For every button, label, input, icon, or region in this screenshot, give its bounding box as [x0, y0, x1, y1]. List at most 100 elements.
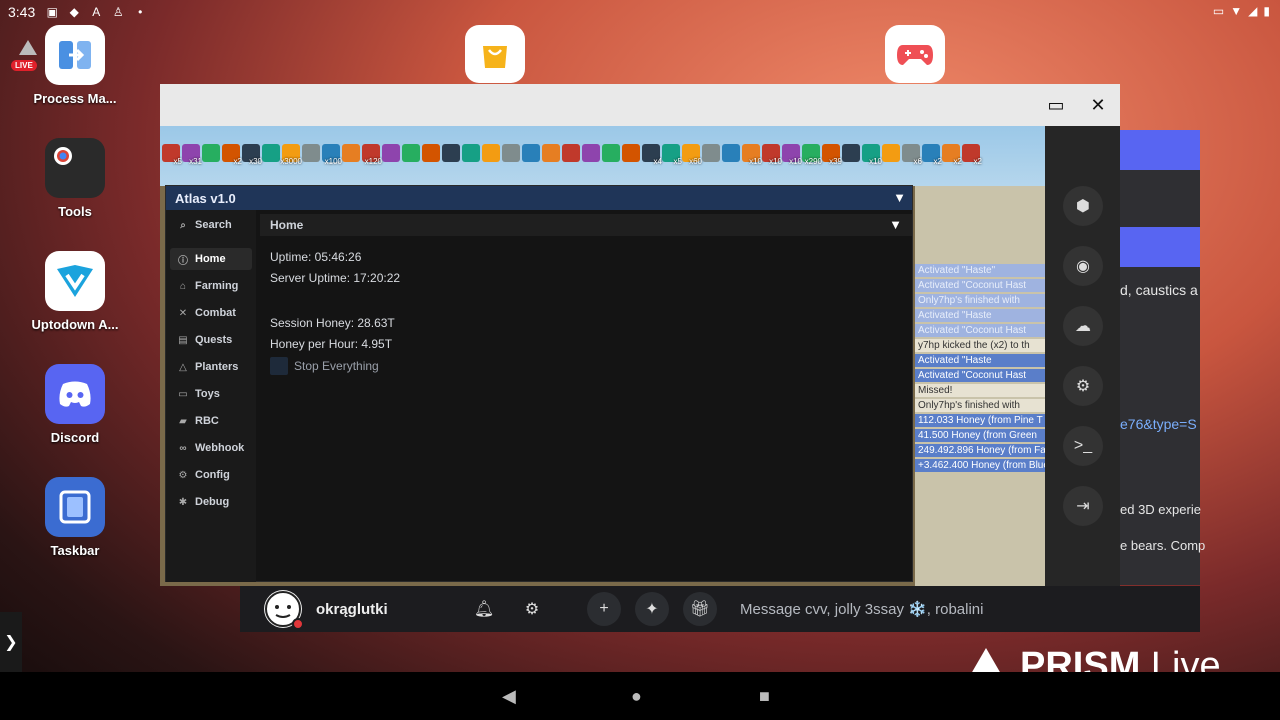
cloud-menu-button[interactable]: ☁	[1063, 306, 1103, 346]
search-icon: ⌕	[180, 219, 186, 231]
chat-line: Only7hp's finished with	[915, 399, 1045, 412]
stop-everything-checkbox[interactable]	[270, 357, 288, 375]
gear-icon: ⚙	[1075, 378, 1091, 395]
shield-icon: ▰	[179, 415, 187, 427]
background-text: e bears. Comp	[1120, 538, 1206, 553]
desktop-icon-tools[interactable]: Tools	[20, 138, 130, 219]
discord-icon	[45, 364, 105, 424]
buff-icon: x100	[322, 144, 342, 166]
sidebar-item-rbc[interactable]: ▰ RBC	[170, 410, 252, 432]
exit-icon: ⇥	[1076, 498, 1090, 515]
gift-icon: 🎁︎	[689, 601, 711, 618]
desktop-icon-label: Process Ma...	[33, 91, 117, 106]
taskbar-expand-button[interactable]: ❯	[0, 612, 22, 672]
message-input[interactable]: Message cvv, jolly 3ssay ❄️, robalini	[730, 592, 1200, 626]
home-button[interactable]: ●	[631, 686, 642, 707]
background-link: e76&type=S	[1120, 416, 1197, 432]
chat-line: Activated "Haste	[915, 354, 1045, 367]
stop-everything-toggle[interactable]: Stop Everything	[270, 357, 379, 375]
close-button[interactable]: ✕	[1087, 94, 1109, 116]
settings-menu-button[interactable]: ⚙	[1063, 366, 1103, 406]
sidebar-item-home[interactable]: ⓘ Home	[170, 248, 252, 270]
sidebar-item-planters[interactable]: △ Planters	[170, 356, 252, 378]
store-app-button[interactable]	[465, 25, 525, 83]
home-section-header[interactable]: Home ▼	[260, 214, 912, 236]
maximize-button[interactable]: ▭	[1045, 94, 1067, 116]
desktop-icon-discord[interactable]: Discord	[20, 364, 130, 445]
box-icon: ▭	[178, 388, 188, 400]
buff-icon	[342, 144, 360, 162]
buff-icon	[462, 144, 480, 162]
avatar[interactable]	[264, 590, 304, 630]
buff-icon	[722, 144, 740, 162]
android-nav-bar: ◀ ● ■	[0, 672, 1280, 720]
sidebar-item-label: Home	[195, 253, 226, 265]
console-menu-button[interactable]: >_	[1063, 426, 1103, 466]
buff-icon	[602, 144, 620, 162]
dot-icon: •	[138, 5, 143, 19]
username: okrąglutki	[316, 600, 388, 618]
clock: 3:43	[8, 4, 36, 20]
window-titlebar[interactable]: ▭ ✕	[160, 84, 1120, 126]
uptodown-icon	[45, 251, 105, 311]
sidebar-item-config[interactable]: ⚙ Config	[170, 464, 252, 486]
sidebar-item-quests[interactable]: ▤ Quests	[170, 329, 252, 351]
desktop-icon-taskbar[interactable]: Taskbar	[20, 477, 130, 558]
game-menu-button[interactable]: ◉	[1063, 246, 1103, 286]
buff-icon: x10	[782, 144, 802, 166]
gift-button[interactable]: 🎁︎	[683, 592, 717, 626]
buff-count: x30	[249, 157, 262, 166]
collapse-icon[interactable]: ▼	[893, 190, 906, 205]
apps-button[interactable]: ✦	[635, 592, 669, 626]
sidebar-item-debug[interactable]: ✱ Debug	[170, 491, 252, 513]
buff-icon	[622, 144, 640, 162]
bug-icon: ✱	[178, 496, 188, 508]
buff-icon	[262, 144, 280, 162]
buff-icon	[582, 144, 600, 162]
home-icon: ⬢	[1076, 198, 1090, 215]
status-bar: 3:43 ▣ ◆ A ♙ • ▭ ▼ ◢ ▮	[0, 0, 1280, 24]
home-menu-button[interactable]: ⬢	[1063, 186, 1103, 226]
background-text: ed 3D experie	[1120, 502, 1201, 517]
chat-line: Activated "Haste"	[915, 264, 1045, 277]
section-title: Home	[270, 218, 304, 232]
atlas-header[interactable]: Atlas v1.0 ▼	[166, 186, 912, 210]
sidebar-item-farming[interactable]: ⌂ Farming	[170, 275, 252, 297]
user-settings-button[interactable]: ⚙	[515, 592, 549, 626]
chat-line: 41.500 Honey (from Green	[915, 429, 1045, 442]
sidebar-item-combat[interactable]: ✕ Combat	[170, 302, 252, 324]
collapse-icon[interactable]: ▼	[889, 217, 902, 232]
buff-icon: x6	[902, 144, 922, 166]
chat-line: +3.462.400 Honey (from Blue	[915, 459, 1045, 472]
leave-menu-button[interactable]: ⇥	[1063, 486, 1103, 526]
atlas-title: Atlas v1.0	[175, 190, 236, 206]
chevron-right-icon: ❯	[4, 634, 18, 651]
sidebar-item-webhook[interactable]: ∞ Webhook	[170, 437, 252, 459]
search-field[interactable]: ⌕ Search	[170, 214, 252, 236]
controller-icon: ◉	[1076, 258, 1090, 275]
gear-icon: ⚙	[178, 469, 188, 481]
sidebar-item-label: Farming	[195, 280, 239, 292]
buff-count: x100	[324, 157, 342, 166]
server-uptime-text: Server Uptime: 17:20:22	[270, 271, 401, 285]
game-center-button[interactable]	[885, 25, 945, 83]
back-button[interactable]: ◀	[502, 686, 516, 707]
desktop-icon-uptodown[interactable]: Uptodown A...	[20, 251, 130, 332]
clipboard-icon: ▤	[178, 334, 188, 346]
desktop-icon-process-manager[interactable]: Process Ma...	[20, 25, 130, 106]
chat-line: Missed!	[915, 384, 1045, 397]
sidebar-item-toys[interactable]: ▭ Toys	[170, 383, 252, 405]
recents-button[interactable]: ■	[759, 686, 770, 707]
chat-line: Activated "Coconut Hast	[915, 324, 1045, 337]
honey-per-hour-text: Honey per Hour: 4.95T	[270, 337, 393, 351]
add-attachment-button[interactable]: +	[587, 592, 621, 626]
notification-icon: ◆	[69, 5, 79, 19]
notifications-button[interactable]: 🔔︎	[467, 592, 501, 626]
buff-icon	[562, 144, 580, 162]
buff-icon	[522, 144, 540, 162]
buff-icon: x5	[662, 144, 682, 166]
buff-count: x120	[364, 157, 382, 166]
gamepad-icon	[897, 45, 933, 65]
buff-bar: x5 x31 x2 x30 x3000 x100 x120 x4 x5 x60 x10 x10 x10 x…	[160, 144, 982, 166]
buff-count: x39	[829, 157, 842, 166]
